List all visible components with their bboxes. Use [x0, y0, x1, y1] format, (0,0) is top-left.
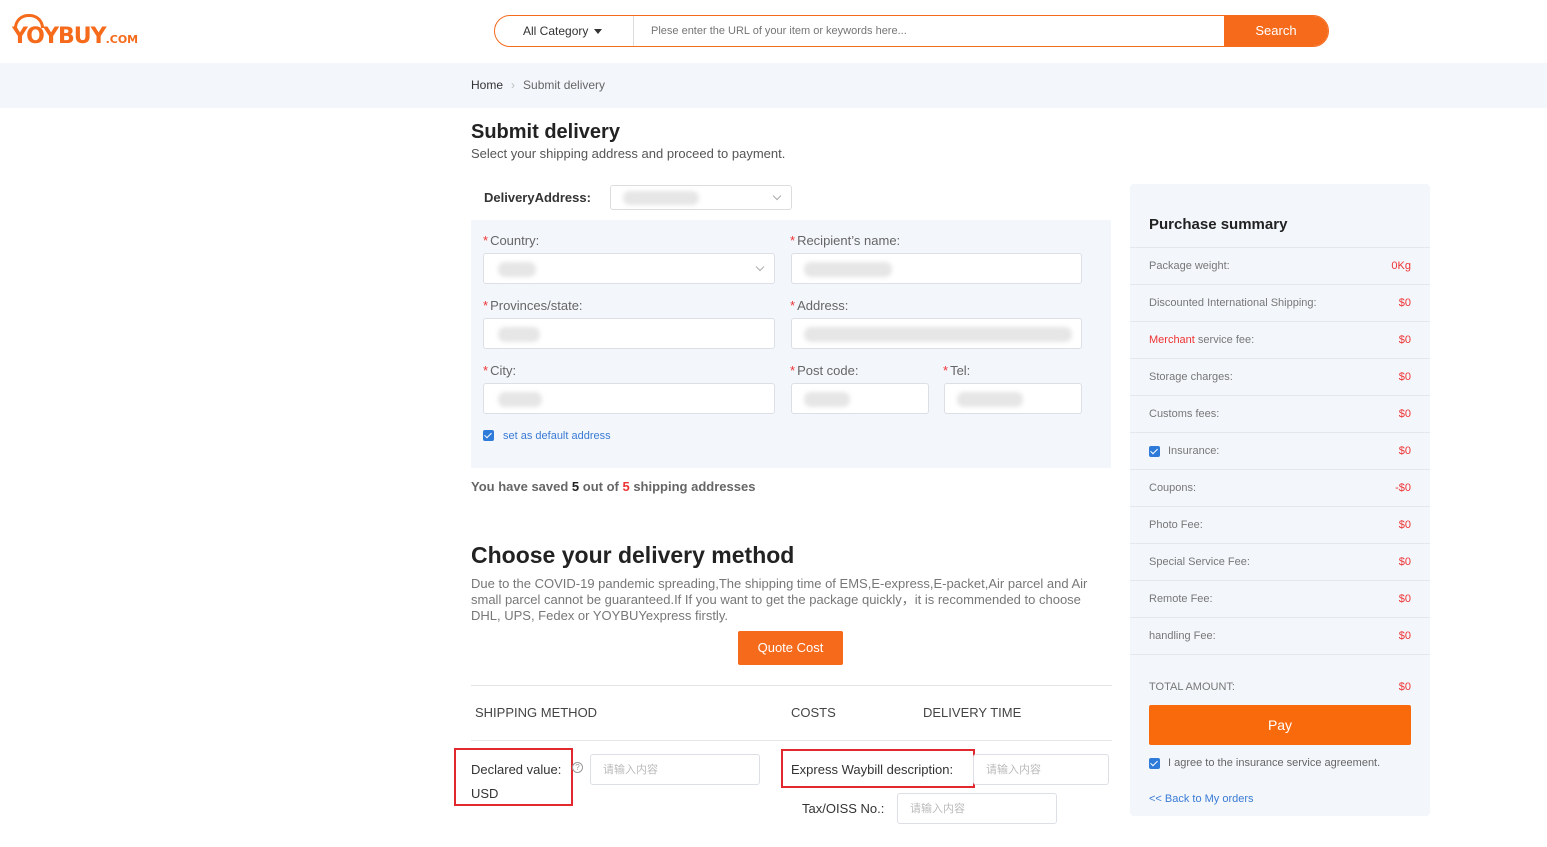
redacted-value — [957, 392, 1023, 407]
redacted-value — [804, 392, 850, 407]
quote-cost-button[interactable]: Quote Cost — [738, 631, 843, 665]
divider — [1130, 654, 1430, 655]
yoybuy-logo[interactable]: YOYBUY.COM — [12, 14, 138, 50]
waybill-input[interactable]: 请输入内容 — [973, 754, 1109, 785]
saved-max: 5 — [622, 479, 630, 494]
city-label: * City: — [483, 363, 517, 378]
address-label: * Address: — [790, 298, 849, 313]
col-delivery-time: DELIVERY TIME — [923, 705, 1022, 720]
delivery-address-label: DeliveryAddress: — [484, 190, 591, 205]
declared-value-label: Declared value: — [471, 762, 562, 777]
pay-button[interactable]: Pay — [1149, 705, 1411, 745]
summary-row-merchant-fee: Merchant service fee: $0 — [1130, 321, 1430, 358]
agree-label[interactable]: I agree to the insurance service agreeme… — [1168, 757, 1380, 769]
purchase-summary: Purchase summary Package weight: 0Kg Disc… — [1130, 184, 1430, 816]
city-input[interactable] — [483, 383, 775, 414]
required-mark: * — [483, 233, 489, 248]
chevron-down-icon — [772, 191, 782, 201]
summary-row-remote-fee: Remote Fee: $0 — [1130, 580, 1430, 617]
delivery-method-title: Choose your delivery method — [471, 542, 795, 568]
declared-value-input[interactable]: 请输入内容 — [590, 754, 760, 785]
total-label: TOTAL AMOUNT: — [1149, 681, 1235, 693]
agree-checkbox[interactable] — [1149, 758, 1160, 769]
col-costs: COSTS — [791, 705, 836, 720]
recipient-label: * Recipient’s name: — [790, 233, 901, 248]
breadcrumb-current: Submit delivery — [523, 78, 606, 92]
summary-row-shipping: Discounted International Shipping: $0 — [1130, 284, 1430, 321]
search-button[interactable]: Search — [1224, 16, 1328, 46]
saved-addresses-note: You have saved 5 out of 5 shipping addre… — [471, 479, 756, 494]
redacted-value — [498, 392, 542, 407]
redacted-value — [498, 262, 536, 277]
summary-row-coupons: Coupons: -$0 — [1130, 469, 1430, 506]
address-input[interactable] — [791, 318, 1082, 349]
divider — [471, 740, 1112, 741]
province-label: * Provinces/state: — [483, 298, 583, 313]
waybill-label: Express Waybill description: — [791, 762, 954, 777]
category-label: All Category — [523, 24, 589, 38]
required-mark: * — [790, 298, 796, 313]
summary-title: Purchase summary — [1149, 216, 1288, 233]
chevron-down-icon — [755, 262, 765, 272]
redacted-value — [623, 191, 699, 205]
chevron-right-icon: › — [511, 78, 516, 92]
summary-row-package-weight: Package weight: 0Kg — [1130, 247, 1430, 284]
tax-input[interactable]: 请输入内容 — [897, 793, 1057, 824]
header: YOYBUY.COM All Category Search — [0, 0, 1547, 63]
breadcrumb: Home › Submit delivery — [471, 78, 605, 92]
category-dropdown[interactable]: All Category — [495, 16, 634, 46]
summary-row-photo-fee: Photo Fee: $0 — [1130, 506, 1430, 543]
country-label: * Country: — [483, 233, 540, 248]
required-mark: * — [790, 363, 796, 378]
logo-text: YOYBUY — [12, 24, 107, 49]
insurance-checkbox[interactable] — [1149, 446, 1160, 457]
default-address-label[interactable]: set as default address — [503, 430, 611, 442]
postcode-label: * Post code: — [790, 363, 859, 378]
breadcrumb-home[interactable]: Home — [471, 78, 503, 92]
page-subtitle: Select your shipping address and proceed… — [471, 146, 786, 161]
required-mark: * — [790, 233, 796, 248]
breadcrumb-bar — [0, 63, 1547, 108]
back-to-orders-link[interactable]: << Back to My orders — [1149, 793, 1254, 805]
tel-label: * Tel: — [943, 363, 971, 378]
province-input[interactable] — [483, 318, 775, 349]
required-mark: * — [483, 298, 489, 313]
search-bar: All Category Search — [494, 15, 1329, 47]
summary-row-storage: Storage charges: $0 — [1130, 358, 1430, 395]
country-select[interactable] — [483, 253, 775, 284]
search-input[interactable] — [651, 16, 1211, 46]
recipient-name-input[interactable] — [791, 253, 1082, 284]
summary-row-customs: Customs fees: $0 — [1130, 395, 1430, 432]
redacted-value — [804, 327, 1072, 342]
summary-row-special-fee: Special Service Fee: $0 — [1130, 543, 1430, 580]
postcode-input[interactable] — [791, 383, 929, 414]
default-address-checkbox[interactable] — [483, 430, 494, 441]
divider — [471, 685, 1112, 686]
required-mark: * — [483, 363, 489, 378]
logo-suffix: .COM — [105, 33, 139, 46]
help-icon[interactable]: ? — [572, 762, 583, 773]
summary-row-handling-fee: handling Fee: $0 — [1130, 617, 1430, 654]
page-title: Submit delivery — [471, 121, 620, 143]
declared-unit: USD — [471, 786, 499, 801]
tel-input[interactable] — [944, 383, 1082, 414]
total-value: $0 — [1398, 681, 1411, 693]
summary-row-insurance: Insurance: $0 — [1130, 432, 1430, 469]
caret-down-icon — [594, 29, 603, 35]
delivery-address-select[interactable] — [610, 185, 792, 210]
col-shipping-method: SHIPPING METHOD — [475, 705, 598, 720]
tax-label: Tax/OISS No.: — [802, 801, 885, 816]
required-mark: * — [943, 363, 949, 378]
delivery-notice: Due to the COVID-19 pandemic spreading,T… — [471, 576, 1088, 623]
redacted-value — [498, 327, 540, 342]
redacted-value — [804, 262, 892, 277]
